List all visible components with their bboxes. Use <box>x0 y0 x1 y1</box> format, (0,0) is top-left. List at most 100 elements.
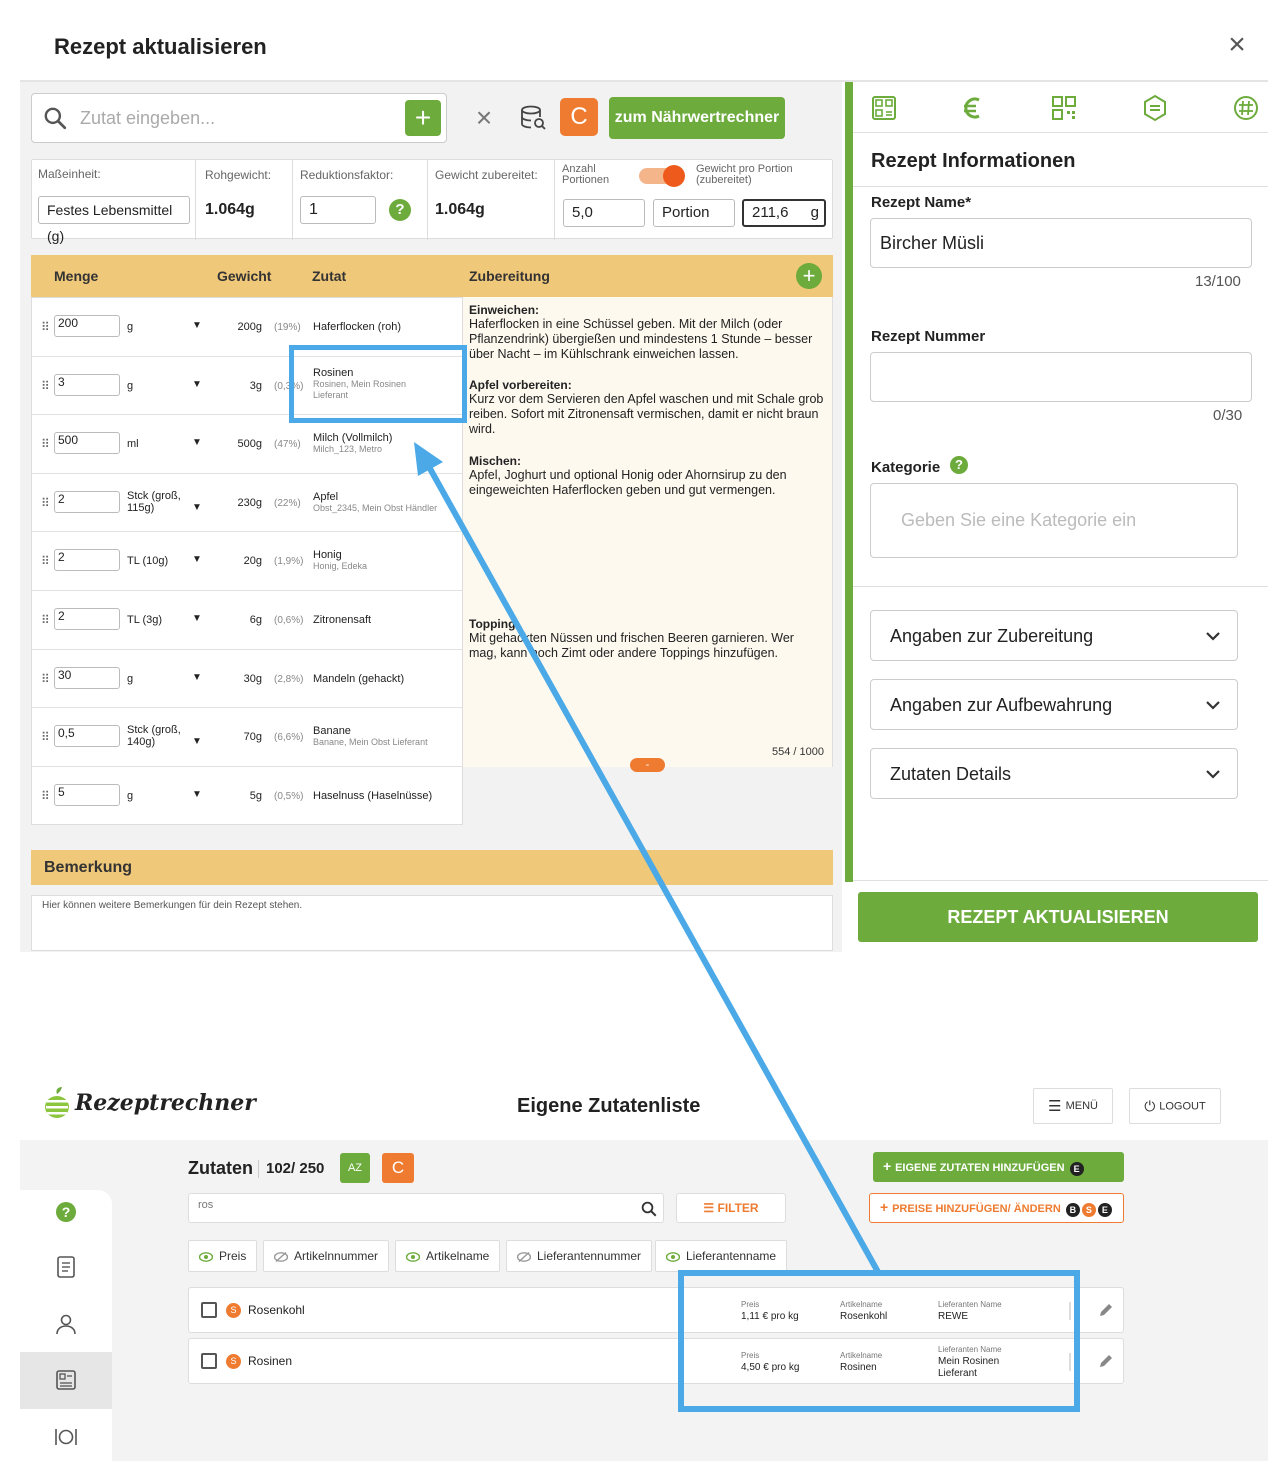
sort-az-button[interactable]: AZ <box>340 1153 370 1183</box>
recipe-icon[interactable] <box>54 1255 78 1279</box>
page-title: Eigene Zutatenliste <box>517 1095 701 1117</box>
unit-label[interactable]: g <box>127 380 199 392</box>
menu-button[interactable]: ☰ MENÜ <box>1033 1088 1113 1124</box>
allergen-tab-icon[interactable] <box>1232 94 1260 122</box>
unit-label[interactable]: g <box>127 321 199 333</box>
portion-toggle-knob[interactable] <box>663 165 685 187</box>
ingredient-row[interactable]: ⠿ 5 g ▼ 5g (0,5%) Haselnuss (Haselnüsse) <box>32 767 462 826</box>
update-recipe-button[interactable]: REZEPT AKTUALISIEREN <box>858 892 1258 942</box>
unit-label[interactable]: Stck (groß, 140g) <box>127 724 199 748</box>
qty-input[interactable]: 2 <box>54 608 120 630</box>
qty-input[interactable]: 5 <box>54 783 120 806</box>
filter-button[interactable]: ☰ FILTER <box>676 1193 786 1223</box>
chip-supplier-number[interactable]: Lieferantennummer <box>506 1240 653 1272</box>
accordion-ingredient-details[interactable]: Zutaten Details <box>870 748 1238 799</box>
row-percent: (22%) <box>274 497 301 509</box>
list-search-input[interactable]: ros <box>198 1199 618 1217</box>
row-weight: 500g <box>237 438 262 451</box>
row-checkbox[interactable] <box>201 1353 217 1369</box>
chip-supplier-name[interactable]: Lieferantenname <box>655 1240 788 1272</box>
unit-select[interactable]: Festes Lebensmittel (g) <box>38 196 190 244</box>
database-icon[interactable] <box>518 103 548 133</box>
unit-dropdown-icon[interactable]: ▼ <box>192 320 202 331</box>
close-button[interactable]: × <box>1222 30 1252 60</box>
portions-input[interactable]: 5,0 <box>563 199 645 227</box>
qty-input[interactable]: 500 <box>54 432 120 455</box>
nutrition-tab-icon[interactable] <box>870 94 898 122</box>
refresh-list-button[interactable]: C <box>382 1153 414 1183</box>
settings-tab-icon[interactable] <box>1141 94 1169 122</box>
qty-input[interactable]: 30 <box>54 666 120 689</box>
per-portion-input[interactable]: 211,6 g <box>742 199 826 227</box>
add-ingredient-button[interactable]: + <box>405 100 441 136</box>
unit-dropdown-icon[interactable]: ▼ <box>192 502 202 513</box>
ingredient-search-input[interactable] <box>80 103 390 133</box>
ingredient-row[interactable]: ⠿ 2 TL (10g) ▼ 20g (1,9%) Honig Honig, Ed… <box>32 532 462 591</box>
drag-handle-icon[interactable]: ⠿ <box>41 320 50 334</box>
add-row-button[interactable]: + <box>796 263 822 289</box>
accordion-preparation[interactable]: Angaben zur Zubereitung <box>870 610 1238 661</box>
drag-handle-icon[interactable]: ⠿ <box>41 672 50 686</box>
collapse-prep-button[interactable]: - <box>630 758 665 772</box>
edit-icon[interactable] <box>1097 1352 1115 1370</box>
drag-handle-icon[interactable]: ⠿ <box>41 496 50 510</box>
preparation-textarea[interactable]: Einweichen: Haferflocken in eine Schüsse… <box>463 297 833 767</box>
unit-label[interactable]: TL (3g) <box>127 614 199 626</box>
ingredient-row[interactable]: ⠿ 2 Stck (groß, 115g) ▼ 230g (22%) Apfel… <box>32 474 462 533</box>
recipe-number-input[interactable] <box>870 352 1252 402</box>
edit-prices-button[interactable]: + PREISE HINZUFÜGEN/ ÄNDERN BSE <box>869 1193 1124 1223</box>
help-icon[interactable]: ? <box>54 1200 78 1224</box>
ingredients-icon[interactable] <box>54 1368 78 1392</box>
chip-article-number[interactable]: Artikelnnummer <box>263 1240 390 1272</box>
unit-label[interactable]: TL (10g) <box>127 555 199 567</box>
drag-handle-icon[interactable]: ⠿ <box>41 789 50 803</box>
logo-text[interactable]: Rezeptrechner <box>75 1090 256 1116</box>
category-input[interactable] <box>870 483 1238 558</box>
refresh-button[interactable]: C <box>560 98 598 136</box>
reduction-input[interactable]: 1 <box>300 196 376 224</box>
qty-input[interactable]: 200 <box>54 315 120 337</box>
unit-dropdown-icon[interactable]: ▼ <box>192 379 202 390</box>
add-own-ingredients-button[interactable]: + EIGENE ZUTATEN HINZUFÜGEN E <box>873 1152 1124 1182</box>
unit-dropdown-icon[interactable]: ▼ <box>192 672 202 683</box>
unit-dropdown-icon[interactable]: ▼ <box>192 736 202 747</box>
drag-handle-icon[interactable]: ⠿ <box>41 437 50 451</box>
help-icon[interactable]: ? <box>389 199 411 221</box>
unit-dropdown-icon[interactable]: ▼ <box>192 613 202 624</box>
row-checkbox[interactable] <box>201 1302 217 1318</box>
portion-unit-input[interactable]: Portion <box>653 199 735 227</box>
unit-label[interactable]: g <box>127 673 199 685</box>
ingredient-row[interactable]: ⠿ 2 TL (3g) ▼ 6g (0,6%) Zitronensaft <box>32 591 462 650</box>
unit-dropdown-icon[interactable]: ▼ <box>192 437 202 448</box>
qty-input[interactable]: 2 <box>54 549 120 572</box>
dish-icon[interactable] <box>54 1425 78 1449</box>
qr-tab-icon[interactable] <box>1050 94 1078 122</box>
ingredient-row[interactable]: ⠿ 500 ml ▼ 500g (47%) Milch (Vollmilch) M… <box>32 415 462 474</box>
unit-dropdown-icon[interactable]: ▼ <box>192 554 202 565</box>
ingredient-row[interactable]: ⠿ 30 g ▼ 30g (2,8%) Mandeln (gehackt) <box>32 650 462 709</box>
drag-handle-icon[interactable]: ⠿ <box>41 554 50 568</box>
qty-input[interactable]: 0,5 <box>54 725 120 748</box>
ingredient-row[interactable]: ⠿ 0,5 Stck (groß, 140g) ▼ 70g (6,6%) Ban… <box>32 708 462 767</box>
chip-article-name[interactable]: Artikelname <box>395 1240 501 1272</box>
recipe-name-input[interactable]: Bircher Müsli <box>870 218 1252 268</box>
drag-handle-icon[interactable]: ⠿ <box>41 379 50 393</box>
unit-dropdown-icon[interactable]: ▼ <box>192 789 202 800</box>
unit-label[interactable]: Stck (groß, 115g) <box>127 490 199 514</box>
clear-search-button[interactable]: × <box>470 104 498 132</box>
qty-input[interactable]: 3 <box>54 373 120 396</box>
accordion-storage[interactable]: Angaben zur Aufbewahrung <box>870 679 1238 730</box>
edit-icon[interactable] <box>1097 1301 1115 1319</box>
drag-handle-icon[interactable]: ⠿ <box>41 613 50 627</box>
drag-handle-icon[interactable]: ⠿ <box>41 730 50 744</box>
search-icon[interactable] <box>640 1200 658 1218</box>
unit-label[interactable]: g <box>127 790 199 802</box>
user-icon[interactable] <box>54 1312 78 1336</box>
euro-tab-icon[interactable] <box>959 94 987 122</box>
unit-label[interactable]: ml <box>127 438 199 450</box>
qty-input[interactable]: 2 <box>54 490 120 513</box>
chip-price[interactable]: Preis <box>188 1240 258 1272</box>
nutrition-calculator-button[interactable]: zum Nährwertrechner <box>609 97 785 139</box>
logout-button[interactable]: ⏻ LOGOUT <box>1129 1088 1221 1124</box>
help-icon[interactable]: ? <box>950 456 968 474</box>
